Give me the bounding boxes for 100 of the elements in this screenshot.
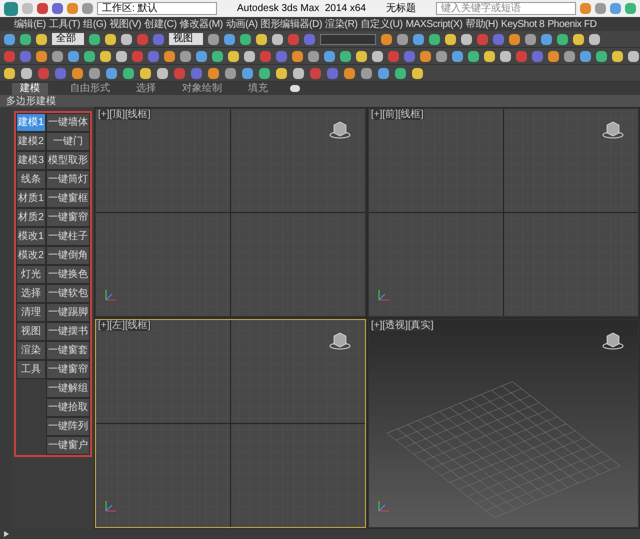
script-button[interactable]: 清理 (16, 303, 46, 322)
ribbon-options-icon[interactable] (290, 85, 300, 92)
tool-icon[interactable] (36, 50, 47, 62)
script-button[interactable]: 建模3 (16, 151, 46, 170)
app-logo-icon[interactable] (4, 2, 18, 16)
script-button[interactable]: 一键踢脚 (46, 303, 90, 322)
tool-icon[interactable] (68, 50, 79, 62)
tool-icon[interactable] (89, 68, 100, 78)
script-button[interactable]: 灯光 (16, 265, 46, 284)
tool-icon[interactable] (106, 68, 117, 78)
tool-icon[interactable] (89, 34, 100, 44)
menu-item[interactable]: MAXScript(X) (406, 16, 463, 32)
tool-icon[interactable] (4, 68, 15, 78)
tool-icon[interactable] (429, 34, 440, 44)
menu-item[interactable]: 动画(A) (226, 16, 258, 32)
tool-icon[interactable] (293, 68, 304, 78)
menu-item[interactable]: 帮助(H) (466, 16, 498, 32)
tool-icon[interactable] (225, 68, 236, 78)
tool-icon[interactable] (244, 50, 255, 62)
tool-icon[interactable] (100, 50, 111, 62)
script-button[interactable]: 一键摆书 (46, 322, 90, 341)
tool-icon[interactable] (361, 68, 372, 78)
tool-icon[interactable] (548, 50, 559, 62)
ribbon-tab[interactable]: 填充 (244, 83, 272, 95)
selection-filter-dropdown[interactable]: 全部 (52, 33, 84, 45)
script-button[interactable]: 一键倒角 (46, 246, 90, 265)
script-button[interactable]: 模改1 (16, 227, 46, 246)
tool-icon[interactable] (580, 3, 592, 14)
tool-icon[interactable] (509, 34, 520, 44)
tool-icon[interactable] (272, 34, 283, 44)
ribbon-tab[interactable]: 对象绘制 (178, 83, 226, 95)
tool-icon[interactable] (420, 50, 431, 62)
tool-icon[interactable] (595, 3, 606, 14)
menu-item[interactable]: 渲染(R) (325, 16, 358, 32)
tool-icon[interactable] (573, 34, 584, 44)
tool-icon[interactable] (67, 3, 78, 14)
viewport-label[interactable]: [+][左][线框] (98, 320, 151, 331)
script-button[interactable]: 建模1 (16, 113, 46, 132)
script-button[interactable]: 视图 (16, 322, 46, 341)
script-button[interactable]: 工具 (16, 360, 46, 379)
reference-coordinate-dropdown[interactable]: 视图 (169, 33, 203, 45)
script-button[interactable]: 一键阵列 (46, 417, 90, 436)
tool-icon[interactable] (468, 50, 479, 62)
tool-icon[interactable] (452, 50, 463, 62)
tool-icon[interactable] (412, 68, 423, 78)
ribbon-tab[interactable]: 建模 (12, 83, 48, 95)
tool-icon[interactable] (123, 68, 134, 78)
tool-icon[interactable] (500, 50, 511, 62)
viewport[interactable]: [+][顶][线框] (95, 108, 366, 317)
tool-icon[interactable] (445, 34, 456, 44)
tool-icon[interactable] (72, 68, 83, 78)
tool-icon[interactable] (21, 68, 32, 78)
menu-item[interactable]: 工具(T) (48, 16, 80, 32)
workspace-dropdown[interactable]: 工作区: 默认 (97, 2, 217, 15)
view-cube-icon[interactable] (602, 332, 624, 350)
tool-icon[interactable] (610, 3, 622, 14)
tool-icon[interactable] (20, 34, 31, 44)
menu-item[interactable]: 视图(V) (109, 16, 142, 32)
play-icon[interactable] (4, 531, 9, 537)
tool-icon[interactable] (324, 50, 335, 62)
tool-icon[interactable] (208, 68, 219, 78)
menu-item[interactable]: 自定义(U) (360, 16, 403, 32)
menu-item[interactable]: 创建(C) (144, 16, 177, 32)
tool-icon[interactable] (596, 50, 607, 62)
tool-icon[interactable] (612, 50, 623, 62)
tool-icon[interactable] (461, 34, 472, 44)
script-button[interactable]: 一键解组 (46, 379, 90, 398)
viewport-label[interactable]: [+][顶][线框] (98, 109, 151, 120)
tool-icon[interactable] (580, 50, 591, 62)
tool-icon[interactable] (557, 34, 568, 44)
tool-icon[interactable] (84, 50, 95, 62)
tool-icon[interactable] (52, 50, 63, 62)
tool-icon[interactable] (381, 34, 392, 44)
tool-icon[interactable] (344, 68, 355, 78)
tool-icon[interactable] (308, 50, 319, 62)
tool-icon[interactable] (259, 68, 270, 78)
tool-icon[interactable] (628, 50, 639, 62)
script-button[interactable]: 一键窗户 (46, 436, 90, 455)
tool-icon[interactable] (157, 68, 168, 78)
script-button[interactable]: 材质2 (16, 208, 46, 227)
menu-item[interactable]: 修改器(M) (180, 16, 223, 32)
view-cube-icon[interactable] (602, 121, 624, 139)
menu-item[interactable]: 编辑(E) (14, 16, 46, 32)
script-button[interactable]: 选择 (16, 284, 46, 303)
script-button[interactable]: 一键窗框 (46, 189, 90, 208)
tool-icon[interactable] (164, 50, 175, 62)
script-button[interactable]: 一键门 (46, 132, 90, 151)
menu-item[interactable]: 图形编辑器(D) (260, 16, 322, 32)
tool-icon[interactable] (196, 50, 207, 62)
tool-icon[interactable] (4, 34, 15, 44)
view-cube-icon[interactable] (329, 121, 351, 139)
script-button[interactable]: 渲染 (16, 341, 46, 360)
script-button[interactable]: 一键筒灯 (46, 170, 90, 189)
script-button[interactable]: 线条 (16, 170, 46, 189)
tool-icon[interactable] (228, 50, 239, 62)
tool-icon[interactable] (180, 50, 191, 62)
tool-icon[interactable] (292, 50, 303, 62)
tool-icon[interactable] (208, 34, 219, 44)
tool-icon[interactable] (224, 34, 235, 44)
tool-icon[interactable] (340, 50, 351, 62)
